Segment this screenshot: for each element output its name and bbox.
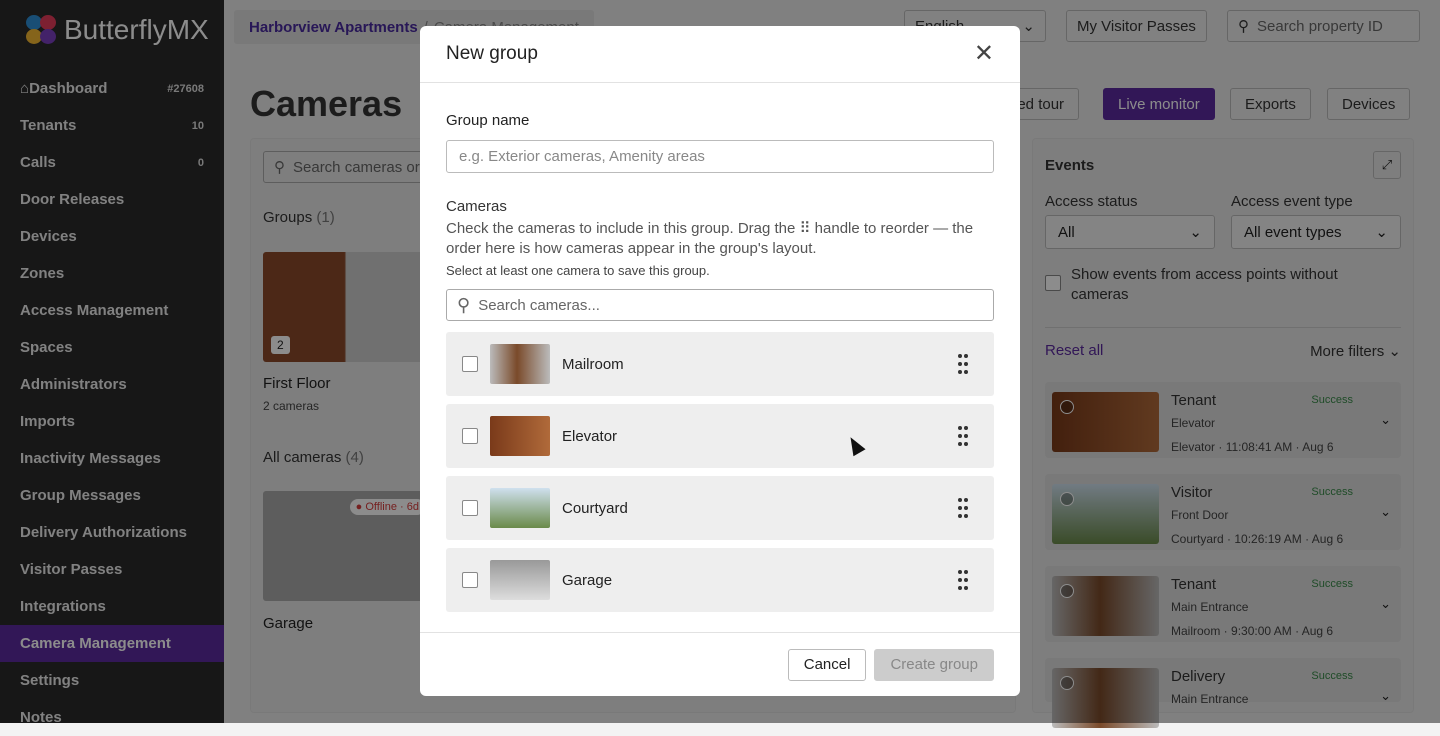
camera-name: Courtyard xyxy=(562,499,628,517)
camera-thumbnail xyxy=(490,416,550,456)
camera-name: Mailroom xyxy=(562,355,624,373)
modal-footer: Cancel Create group xyxy=(420,632,1020,696)
modal-header: New group ✕ xyxy=(420,26,1020,83)
camera-list-search-input[interactable]: ⚲ Search cameras... xyxy=(446,289,994,321)
camera-row-mailroom[interactable]: Mailroom xyxy=(446,332,994,396)
close-icon[interactable]: ✕ xyxy=(974,42,994,66)
camera-thumbnail xyxy=(490,560,550,600)
drag-handle-icon[interactable] xyxy=(958,426,968,446)
camera-thumbnail xyxy=(490,344,550,384)
cameras-hint: Select at least one camera to save this … xyxy=(446,263,710,278)
modal-body: Group name e.g. Exterior cameras, Amenit… xyxy=(420,83,1020,632)
camera-row-garage[interactable]: Garage xyxy=(446,548,994,612)
camera-checkbox[interactable] xyxy=(462,572,478,588)
group-name-input[interactable]: e.g. Exterior cameras, Amenity areas xyxy=(446,140,994,173)
group-name-label: Group name xyxy=(446,112,530,129)
camera-name: Elevator xyxy=(562,427,618,445)
drag-handle-icon[interactable] xyxy=(958,498,968,518)
new-group-modal: New group ✕ Group name e.g. Exterior cam… xyxy=(420,26,1020,696)
search-icon: ⚲ xyxy=(457,294,471,315)
create-group-button[interactable]: Create group xyxy=(874,648,994,681)
camera-checkbox[interactable] xyxy=(462,356,478,372)
camera-list-search-placeholder: Search cameras... xyxy=(478,296,600,314)
camera-row-elevator[interactable]: Elevator xyxy=(446,404,994,468)
drag-handle-icon[interactable] xyxy=(958,570,968,590)
cameras-help-text: Check the cameras to include in this gro… xyxy=(446,220,974,257)
camera-row-courtyard[interactable]: Courtyard xyxy=(446,476,994,540)
camera-name: Garage xyxy=(562,571,613,589)
cameras-section-label: Cameras xyxy=(446,198,507,215)
camera-checkbox[interactable] xyxy=(462,500,478,516)
modal-title: New group xyxy=(446,43,538,64)
cancel-button[interactable]: Cancel xyxy=(787,648,867,681)
camera-thumbnail xyxy=(490,488,550,528)
camera-checkbox[interactable] xyxy=(462,428,478,444)
drag-handle-icon[interactable] xyxy=(958,354,968,374)
